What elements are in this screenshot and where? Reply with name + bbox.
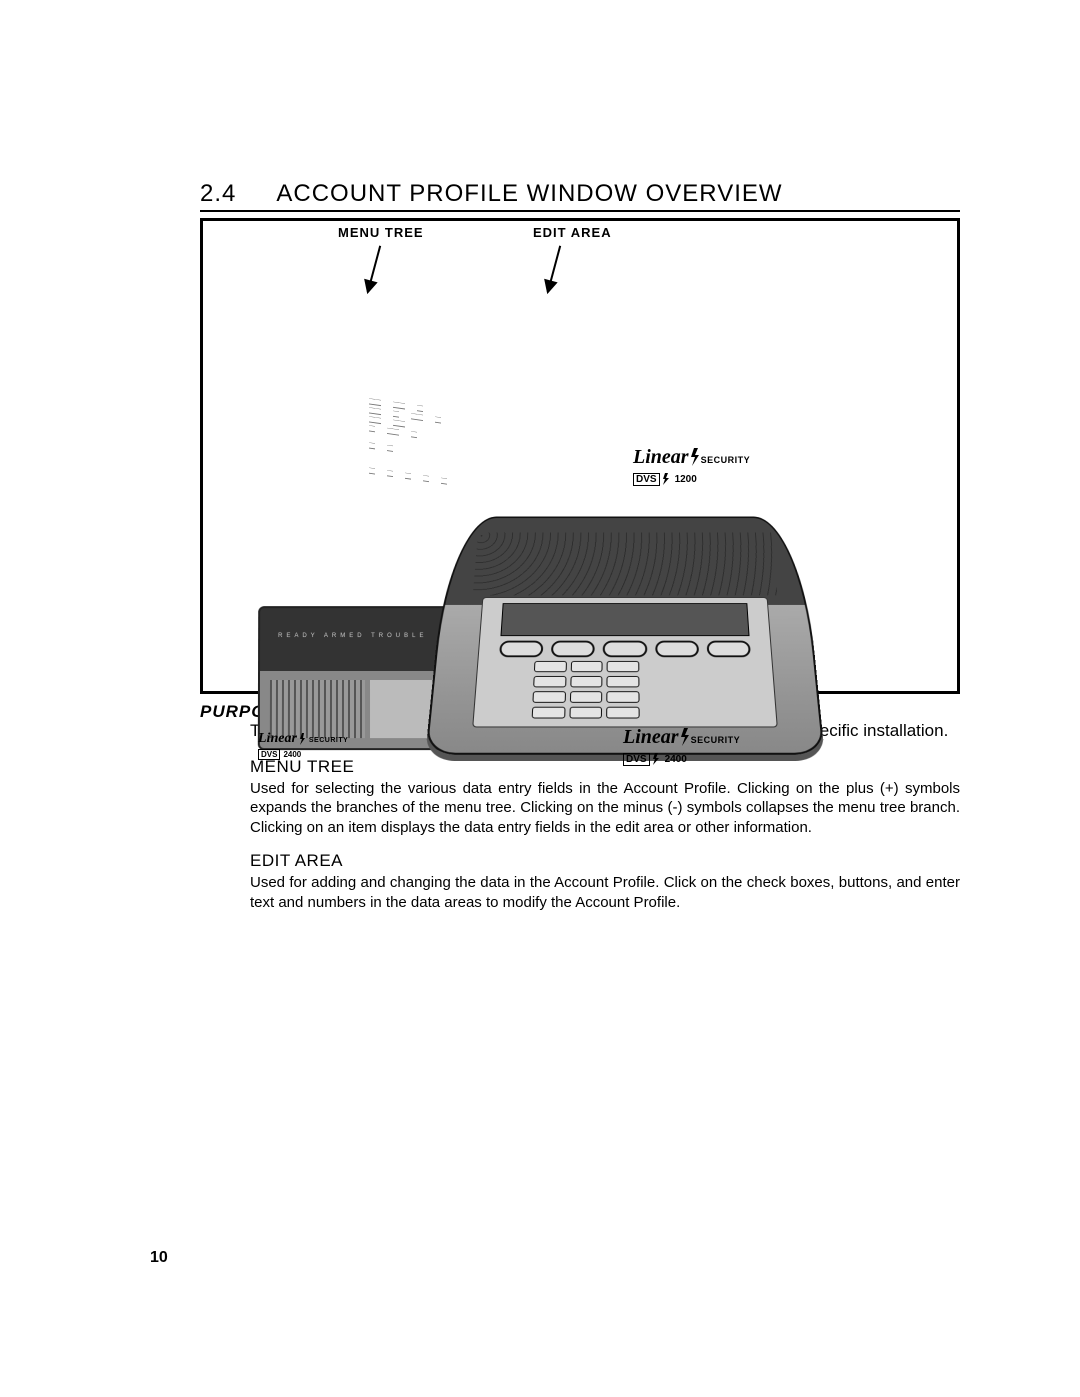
device-illustration-small: READY ARMED TROUBLE <box>258 606 452 750</box>
device-numeric-keypad <box>532 661 640 719</box>
edit-area-body: Used for adding and changing the data in… <box>250 873 960 912</box>
brand-logo: Linear SECURITY DVS 1200 <box>633 446 750 487</box>
section-number: 2.4 <box>200 180 236 208</box>
brand-word: Linear <box>258 731 297 746</box>
device-speaker-grille <box>473 533 778 596</box>
device-speaker-grille <box>270 680 365 738</box>
model-prefix: DVS <box>623 753 650 766</box>
model-number: 2400 <box>283 750 301 759</box>
brand-security: SECURITY <box>691 735 741 745</box>
bolt-icon <box>689 448 701 468</box>
model-number: 2400 <box>665 754 687 765</box>
section-heading: 2.4 ACCOUNT PROFILE WINDOW OVERVIEW <box>200 180 960 212</box>
brand-logo: Linear SECURITY DVS 2400 <box>623 726 740 767</box>
bolt-icon <box>297 733 309 745</box>
model-prefix: DVS <box>258 749 280 760</box>
brand-word: Linear <box>633 446 689 468</box>
figure-label-menu-tree: MENU TREE <box>338 225 424 240</box>
bolt-icon <box>650 749 662 767</box>
menu-tree-body: Used for selecting the various data entr… <box>250 779 960 838</box>
brand-security: SECURITY <box>701 455 751 465</box>
brand-word: Linear <box>623 726 679 748</box>
device-function-buttons <box>499 641 751 658</box>
model-prefix: DVS <box>633 473 660 486</box>
model-number: 1200 <box>675 474 697 485</box>
brand-security: SECURITY <box>309 737 348 744</box>
manual-page: 2.4 ACCOUNT PROFILE WINDOW OVERVIEW MENU… <box>0 0 1080 1397</box>
menu-tree-heading: MENU TREE <box>250 757 960 777</box>
device-lcd <box>500 603 749 636</box>
bolt-icon <box>660 469 672 487</box>
device-led-labels: READY ARMED TROUBLE <box>278 633 427 639</box>
bolt-icon <box>679 728 691 748</box>
edit-area-heading: EDIT AREA <box>250 851 960 871</box>
device-keypad-panel <box>472 597 778 727</box>
arrow-icon <box>367 246 381 293</box>
page-number: 10 <box>150 1249 168 1267</box>
figure-label-edit-area: EDIT AREA <box>533 225 612 240</box>
section-title: ACCOUNT PROFILE WINDOW OVERVIEW <box>276 180 782 208</box>
figure-frame: MENU TREE EDIT AREA ————— —————— ———— ——… <box>200 218 960 694</box>
device-illustration-large <box>425 517 825 755</box>
brand-logo: Linear SECURITY DVS2400 <box>258 731 348 760</box>
arrow-icon <box>547 246 561 293</box>
